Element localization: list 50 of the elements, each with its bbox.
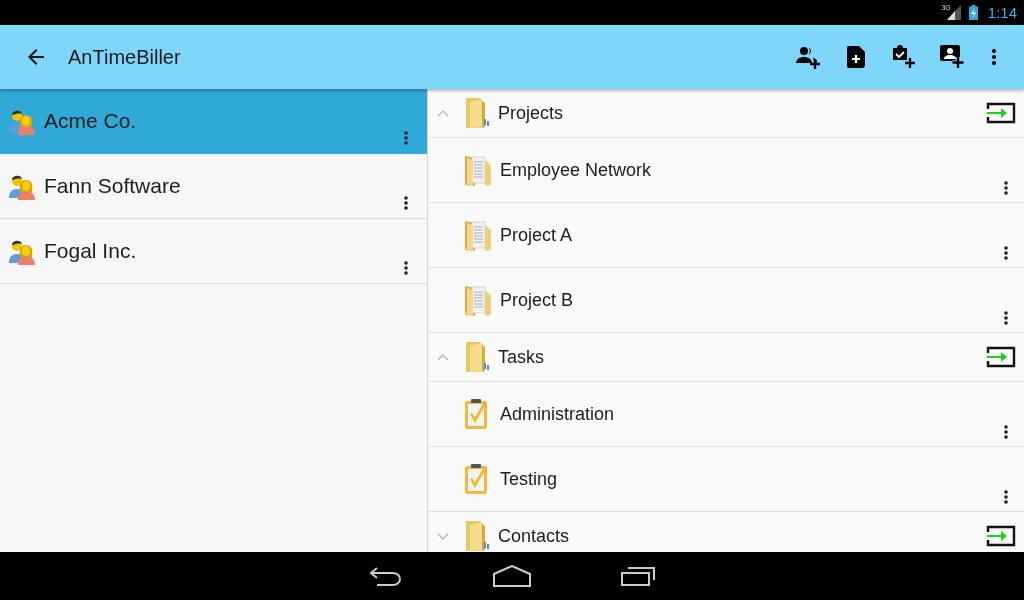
overflow-menu-icon[interactable] (1004, 181, 1008, 195)
overflow-menu-icon[interactable] (404, 131, 408, 145)
add-contact-card-icon (940, 45, 964, 69)
group-header[interactable]: Projects (428, 89, 1024, 138)
folder-icon (464, 341, 490, 373)
client-name: Fann Software (44, 174, 181, 198)
list-item[interactable]: Employee Network (428, 138, 1024, 203)
overflow-menu-icon[interactable] (404, 196, 408, 210)
document-folder-icon (464, 284, 492, 316)
app-title: AnTimeBiller (68, 45, 181, 69)
item-label: Project B (500, 289, 574, 311)
arrow-into-box-icon[interactable] (986, 346, 1016, 368)
overflow-menu-icon[interactable] (404, 261, 408, 275)
client-list-item[interactable]: Acme Co. (0, 89, 427, 154)
list-item[interactable]: Project B (428, 268, 1024, 333)
back-arrow-icon (28, 49, 44, 65)
arrow-into-box-icon[interactable] (986, 525, 1016, 547)
group-label: Tasks (498, 346, 544, 368)
client-name: Fogal Inc. (44, 239, 137, 263)
list-item[interactable]: Project A (428, 203, 1024, 268)
client-list-item[interactable]: Fogal Inc. (0, 219, 427, 284)
clipboard-add-icon (892, 45, 916, 69)
list-item[interactable]: Administration (428, 382, 1024, 447)
add-document-icon (847, 46, 865, 68)
item-label: Project A (500, 224, 573, 246)
client-list-item[interactable]: Fann Software (0, 154, 427, 219)
folder-icon (464, 520, 490, 552)
clock-time: 1:14 (987, 3, 1017, 22)
document-folder-icon (464, 219, 492, 251)
overflow-menu-icon (992, 49, 996, 65)
back-icon[interactable] (369, 566, 403, 586)
document-folder-icon (464, 154, 492, 186)
battery-charging-icon (968, 5, 978, 20)
group-label: Projects (498, 102, 564, 124)
overflow-menu-icon[interactable] (1004, 311, 1008, 325)
group-label: Contacts (498, 525, 570, 547)
overflow-menu-icon[interactable] (1004, 246, 1008, 260)
arrow-into-box-icon[interactable] (986, 102, 1016, 124)
item-label: Employee Network (500, 159, 652, 181)
client-name: Acme Co. (44, 109, 137, 133)
overflow-menu-icon[interactable] (1004, 490, 1008, 504)
item-label: Administration (500, 403, 615, 425)
recents-icon[interactable] (621, 566, 655, 586)
add-people-icon (796, 45, 820, 69)
folder-icon (464, 97, 490, 129)
home-icon[interactable] (493, 565, 531, 587)
group-header[interactable]: Tasks (428, 333, 1024, 382)
overflow-menu-icon[interactable] (1004, 425, 1008, 439)
list-item[interactable]: Testing (428, 447, 1024, 512)
item-label: Testing (500, 468, 558, 490)
